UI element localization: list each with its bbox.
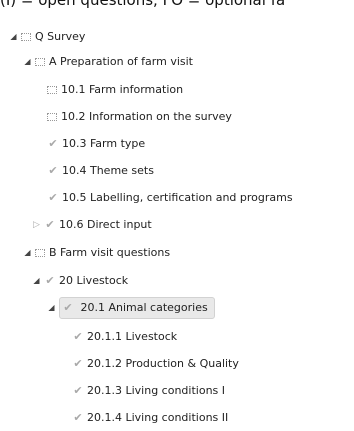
dotted-box-icon [35,58,45,66]
dotted-box-icon [47,113,57,121]
dotted-box-icon [35,249,45,257]
dotted-box-icon [47,86,57,94]
expand-toggle-icon[interactable]: ◢ [22,242,33,264]
tree-node-20-livestock[interactable]: ◢ ✔ 20 Livestock [31,270,128,292]
tree-node-label: 10.4 Theme sets [62,164,154,177]
tree-node-10-1[interactable]: 10.1 Farm information [47,79,183,101]
checkmark-icon: ✔ [48,137,58,150]
tree-node-label: 10.5 Labelling, certification and progra… [62,191,293,204]
tree-node-label: 10.3 Farm type [62,137,146,150]
checkmark-icon: ✔ [73,330,83,343]
tree-node-label: 20.1.1 Livestock [87,330,178,343]
tree-node-10-2[interactable]: 10.2 Information on the survey [47,106,232,128]
expand-toggle-icon[interactable]: ▷ [31,214,42,236]
tree-node-20-1-2[interactable]: ✔ 20.1.2 Production & Quality [72,353,239,375]
tree-node-label: 10.2 Information on the survey [61,110,232,123]
tree-node-20-1-animal-categories[interactable]: ◢ ✔ 20.1 Animal categories [46,297,215,319]
tree-node-label: A Preparation of farm visit [49,55,193,68]
tree-node-label: 20.1.4 Living conditions II [87,411,229,424]
tree-node-label: 20.1.2 Production & Quality [87,357,239,370]
checkmark-icon: ✔ [48,164,58,177]
tree-node-a-preparation[interactable]: ◢ A Preparation of farm visit [22,51,193,73]
tree-node-label: 20.1.3 Living conditions I [87,384,226,397]
expand-toggle-icon[interactable]: ◢ [22,51,33,73]
tree-node-20-1-4[interactable]: ✔ 20.1.4 Living conditions II [72,407,228,429]
expand-toggle-icon[interactable]: ◢ [31,270,42,292]
tree-node-10-5[interactable]: ✔ 10.5 Labelling, certification and prog… [47,187,293,209]
checkmark-icon: ✔ [63,301,73,314]
tree-node-label: 20 Livestock [59,274,129,287]
expand-toggle-icon[interactable]: ◢ [46,297,57,319]
tree-node-q-survey[interactable]: ◢ Q Survey [8,26,85,48]
checkmark-icon: ✔ [73,357,83,370]
tree-node-label: 10.1 Farm information [61,83,184,96]
dotted-box-icon [21,33,31,41]
tree-node-label: B Farm visit questions [49,246,171,259]
tree-node-20-1-3[interactable]: ✔ 20.1.3 Living conditions I [72,380,225,402]
expand-toggle-icon[interactable]: ◢ [8,26,19,48]
tree-node-10-3[interactable]: ✔ 10.3 Farm type [47,133,145,155]
checkmark-icon: ✔ [73,411,83,424]
survey-tree: ◢ Q Survey ◢ A Preparation of farm visit… [0,0,354,431]
tree-node-20-1-1[interactable]: ✔ 20.1.1 Livestock [72,326,177,348]
tree-node-label: Q Survey [35,30,86,43]
checkmark-icon: ✔ [45,218,55,231]
tree-node-b-farm-visit[interactable]: ◢ B Farm visit questions [22,242,170,264]
selected-node[interactable]: ✔ 20.1 Animal categories [59,297,215,319]
checkmark-icon: ✔ [45,274,55,287]
tree-node-label: 20.1 Animal categories [80,301,208,314]
tree-node-10-4[interactable]: ✔ 10.4 Theme sets [47,160,154,182]
tree-node-10-6[interactable]: ▷ ✔ 10.6 Direct input [31,214,152,236]
checkmark-icon: ✔ [73,384,83,397]
tree-node-label: 10.6 Direct input [59,218,152,231]
checkmark-icon: ✔ [48,191,58,204]
